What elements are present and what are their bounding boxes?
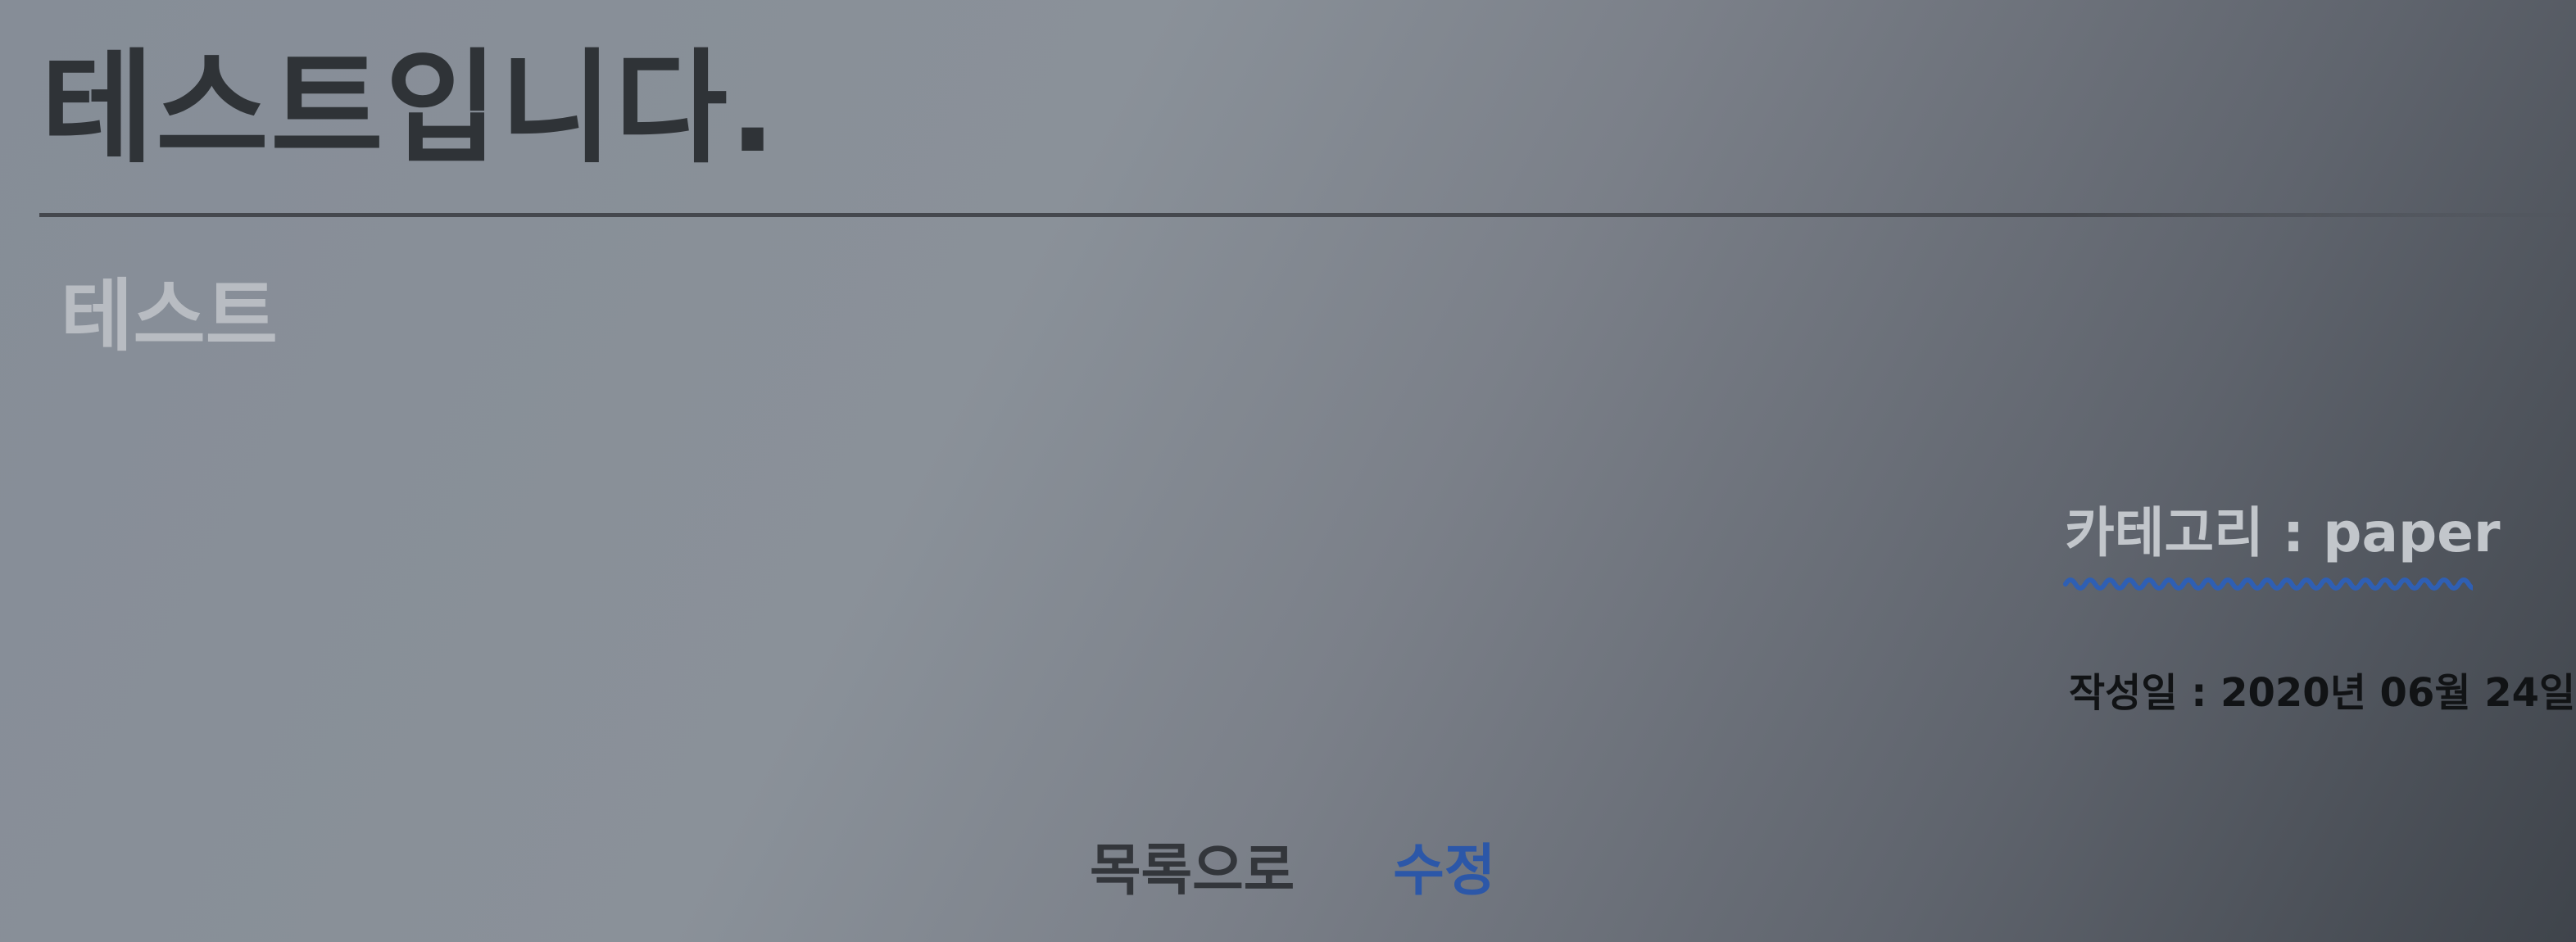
post-actions: 목록으로 수정 [1090, 844, 1495, 899]
spellcheck-underline [2063, 577, 2473, 591]
post-body: 테스트 [61, 270, 278, 362]
post-date: 작성일 : 2020년 06월 24일 [2069, 670, 2576, 716]
post-view: 테스트입니다. 테스트 카테고리 : paper 작성일 : 2020년 06월… [0, 0, 2576, 942]
post-category: 카테고리 : paper [2065, 501, 2501, 564]
post-title: 테스트입니다. [41, 38, 778, 180]
edit-button[interactable]: 수정 [1393, 844, 1495, 899]
title-divider [39, 213, 2576, 217]
back-to-list-button[interactable]: 목록으로 [1090, 844, 1295, 899]
